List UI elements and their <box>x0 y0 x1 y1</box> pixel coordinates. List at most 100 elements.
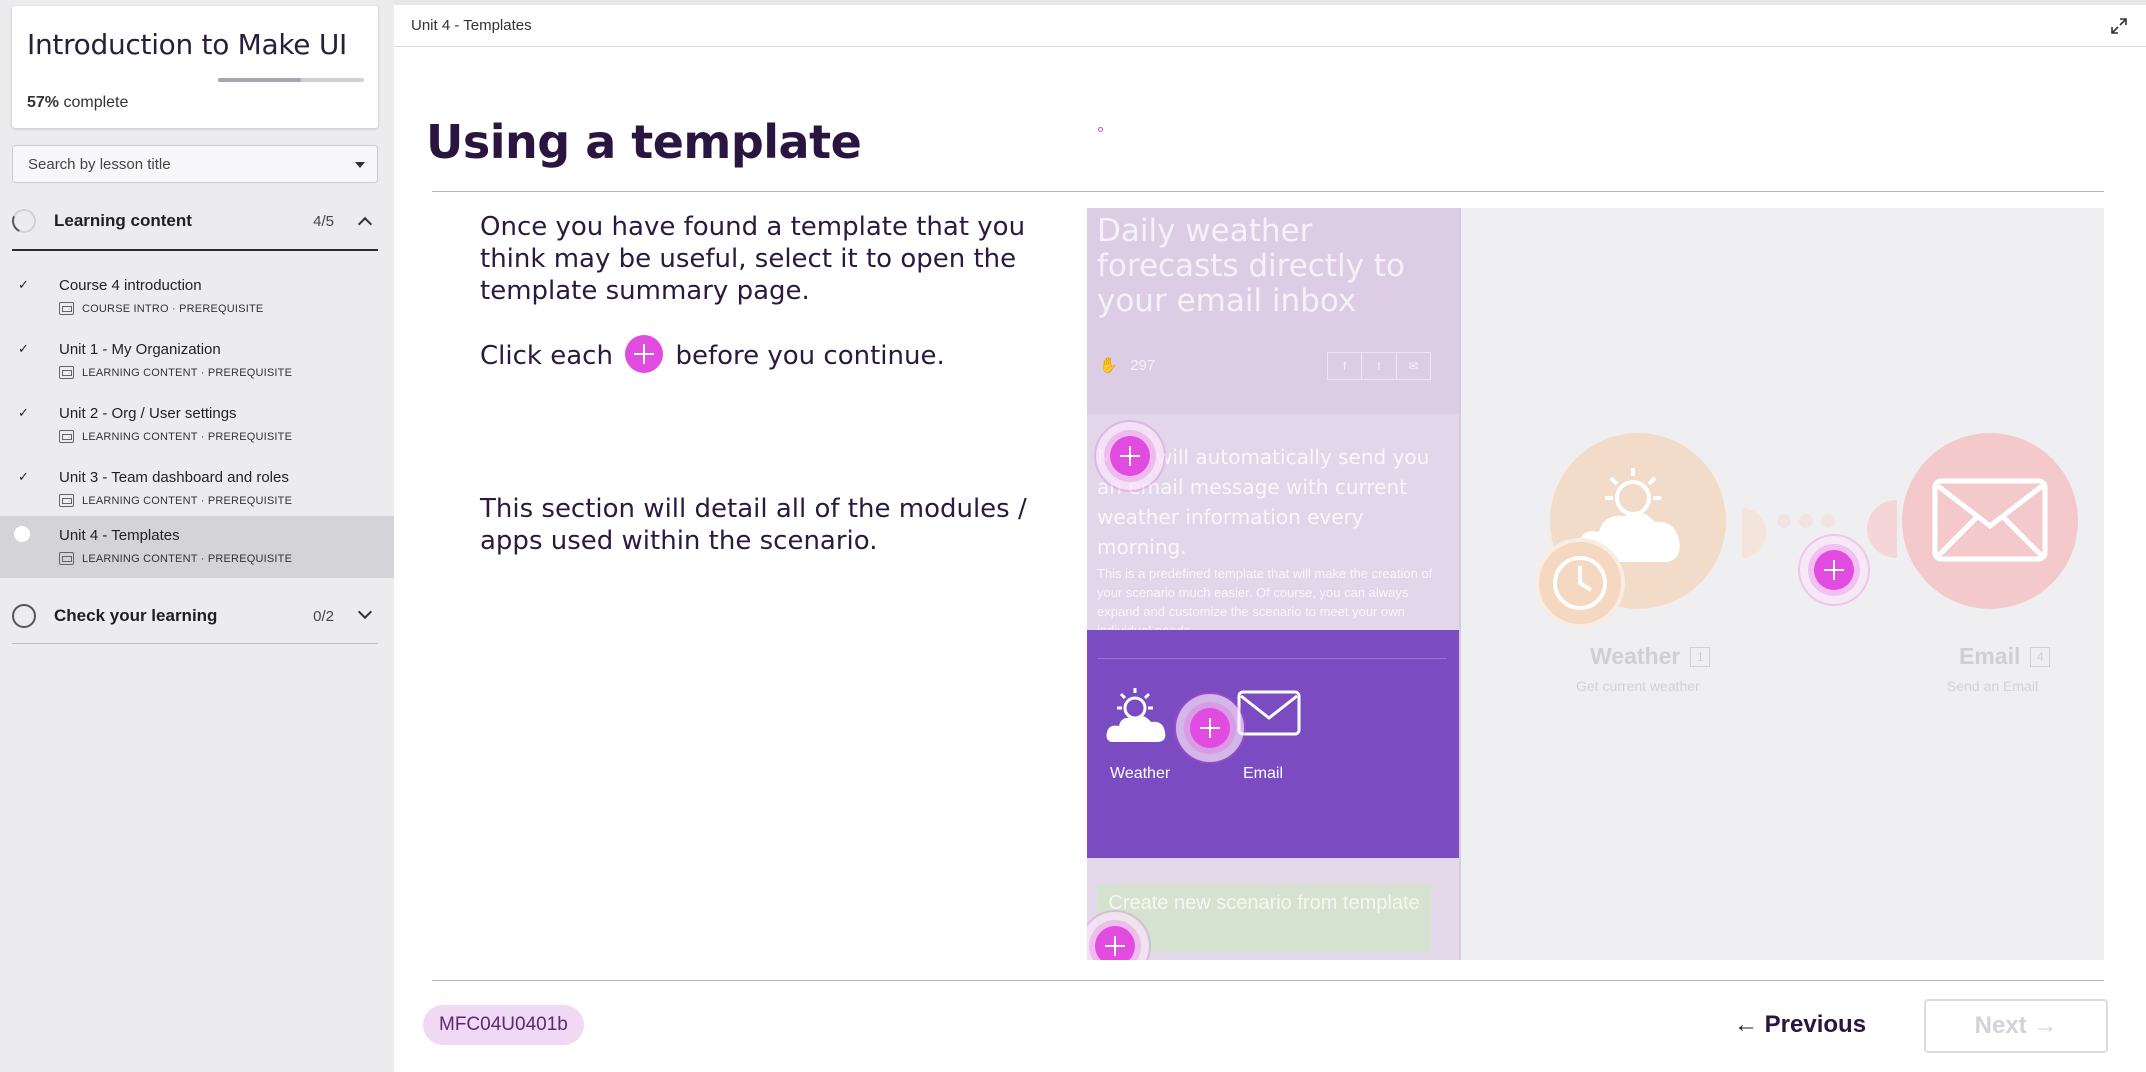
progress-percent: 57% <box>27 94 60 111</box>
title-divider <box>432 191 2104 192</box>
section-check-your-learning[interactable]: Check your learning 0/2 <box>12 591 378 641</box>
description-note: This is a predefined template that will … <box>1097 566 1433 638</box>
next-button[interactable]: Next → <box>1924 999 2108 1053</box>
progress-bar-fill <box>218 78 302 82</box>
footer-divider <box>432 980 2104 981</box>
weather-label: Weather <box>1110 765 1171 782</box>
course-title: Introduction to Make UI <box>27 28 347 61</box>
breadcrumb: Unit 4 - Templates <box>411 17 532 34</box>
email-module-icon <box>1932 478 2048 562</box>
hotspot-plus-icon[interactable] <box>1190 708 1230 748</box>
connector-left <box>1742 508 1766 558</box>
lesson-item-unit-2[interactable]: ✓ Unit 2 - Org / User settings LEARNING … <box>0 394 394 458</box>
lesson-meta: LEARNING CONTENT · PREREQUISITE <box>59 494 292 507</box>
hotspot-plus-icon[interactable] <box>1814 550 1854 590</box>
lesson-content: Unit 4 - Templates Using a template Once… <box>394 5 2146 1072</box>
section-divider <box>12 249 378 251</box>
connector-dot <box>1821 514 1835 528</box>
template-summary-preview: Daily weather forecasts directly to your… <box>1087 208 1461 960</box>
progress-bar <box>218 78 364 82</box>
progress-circle-icon <box>8 205 40 237</box>
arrow-left-icon: ← <box>1734 1011 1758 1038</box>
mail-icon: ✉ <box>1408 359 1419 373</box>
preview-heading: Daily weather forecasts directly to your… <box>1097 213 1405 319</box>
lesson-item-unit-1[interactable]: ✓ Unit 1 - My Organization LEARNING CONT… <box>0 330 394 394</box>
panel-divider <box>1097 658 1447 659</box>
check-icon: ✓ <box>18 406 29 421</box>
instruction-prefix: Click each <box>480 341 613 371</box>
lesson-meta: LEARNING CONTENT · PREREQUISITE <box>59 366 292 379</box>
section-title: Learning content <box>54 211 192 230</box>
check-icon: ✓ <box>18 470 29 485</box>
weather-icon <box>1106 688 1166 742</box>
lesson-item-course-intro[interactable]: ✓ Course 4 introduction COURSE INTRO · P… <box>0 266 394 330</box>
create-scenario-button: Create new scenario from template <box>1097 884 1431 952</box>
clock-icon <box>1553 556 1607 610</box>
course-progress-card: Introduction to Make UI 57% complete <box>12 6 378 128</box>
document-icon <box>59 302 74 315</box>
progress-circle-icon <box>12 604 36 628</box>
lesson-title: Unit 3 - Team dashboard and roles <box>59 469 289 486</box>
lesson-code-badge: MFC04U0401b <box>423 1005 584 1045</box>
weather-module-subtitle: Get current weather <box>1576 678 1700 694</box>
lesson-search-select[interactable]: Search by lesson title <box>12 145 378 183</box>
module-number: 4 <box>2030 647 2051 667</box>
lesson-topbar: Unit 4 - Templates <box>394 5 2146 47</box>
decorative-dot <box>1098 127 1103 132</box>
check-icon: ✓ <box>18 342 29 357</box>
connector-dot <box>1799 514 1813 528</box>
caret-down-icon <box>355 162 365 168</box>
lesson-search-placeholder: Search by lesson title <box>28 156 171 173</box>
hotspot-plus-icon[interactable] <box>1095 926 1135 960</box>
connector-right <box>1867 500 1897 558</box>
lesson-item-unit-4[interactable]: Unit 4 - Templates LEARNING CONTENT · PR… <box>0 516 394 578</box>
lesson-meta: LEARNING CONTENT · PREREQUISITE <box>59 430 292 443</box>
facebook-icon: f <box>1328 353 1363 379</box>
plus-circle-icon <box>625 335 664 373</box>
preview-header: Daily weather forecasts directly to your… <box>1087 208 1461 414</box>
instruction-suffix: before you continue. <box>675 341 945 371</box>
previous-button[interactable]: ← Previous <box>1734 1005 1866 1045</box>
lesson-title: Unit 2 - Org / User settings <box>59 405 237 422</box>
lesson-meta: LEARNING CONTENT · PREREQUISITE <box>59 552 292 565</box>
preview-apps-panel: Weather Email <box>1087 630 1459 858</box>
likes-count: ✋ 297 <box>1099 357 1156 374</box>
chevron-up-icon[interactable] <box>357 216 373 232</box>
lesson-title: Course 4 introduction <box>59 277 202 294</box>
section-divider <box>12 643 378 644</box>
check-icon: ✓ <box>18 278 29 293</box>
hotspot-plus-icon[interactable] <box>1110 436 1150 476</box>
email-label: Email <box>1243 765 1284 782</box>
section-title: Check your learning <box>54 606 218 625</box>
email-icon <box>1237 690 1301 736</box>
course-sidebar: Introduction to Make UI 57% complete Sea… <box>0 0 394 1072</box>
share-buttons: f t ✉ <box>1327 352 1431 380</box>
section-count: 0/2 <box>313 608 334 625</box>
expand-icon[interactable] <box>2110 17 2128 35</box>
intro-paragraph: Once you have found a template that you … <box>480 212 1026 306</box>
lesson-title: Unit 4 - Templates <box>59 527 180 544</box>
preview-edge <box>1459 208 1461 960</box>
slides-icon <box>59 430 74 443</box>
twitter-icon: t <box>1362 353 1397 379</box>
module-number: 1 <box>1690 647 1711 667</box>
email-module-name: Email 4 <box>1959 643 2051 670</box>
lesson-item-unit-3[interactable]: ✓ Unit 3 - Team dashboard and roles LEAR… <box>0 458 394 522</box>
page-title: Using a template <box>426 115 862 169</box>
lesson-title: Unit 1 - My Organization <box>59 341 221 358</box>
progress-suffix: complete <box>59 94 129 111</box>
chevron-down-icon[interactable] <box>357 604 373 620</box>
progress-text: 57% complete <box>27 94 128 112</box>
email-module-subtitle: Send an Email <box>1947 678 2039 694</box>
section-learning-content[interactable]: Learning content 4/5 <box>8 196 378 246</box>
template-illustration: Daily weather forecasts directly to your… <box>1087 208 2104 960</box>
instruction-paragraph: Click each before you continue. <box>480 335 1100 373</box>
slides-icon <box>59 366 74 379</box>
lesson-meta: COURSE INTRO · PREREQUISITE <box>59 302 263 315</box>
description-main: Make will automatically send you an emai… <box>1097 445 1430 559</box>
detail-paragraph: This section will detail all of the modu… <box>480 494 1027 556</box>
like-icon: ✋ <box>1099 357 1118 374</box>
slides-icon <box>59 552 74 565</box>
connector-dot <box>1777 514 1791 528</box>
arrow-right-icon: → <box>2033 1012 2058 1039</box>
